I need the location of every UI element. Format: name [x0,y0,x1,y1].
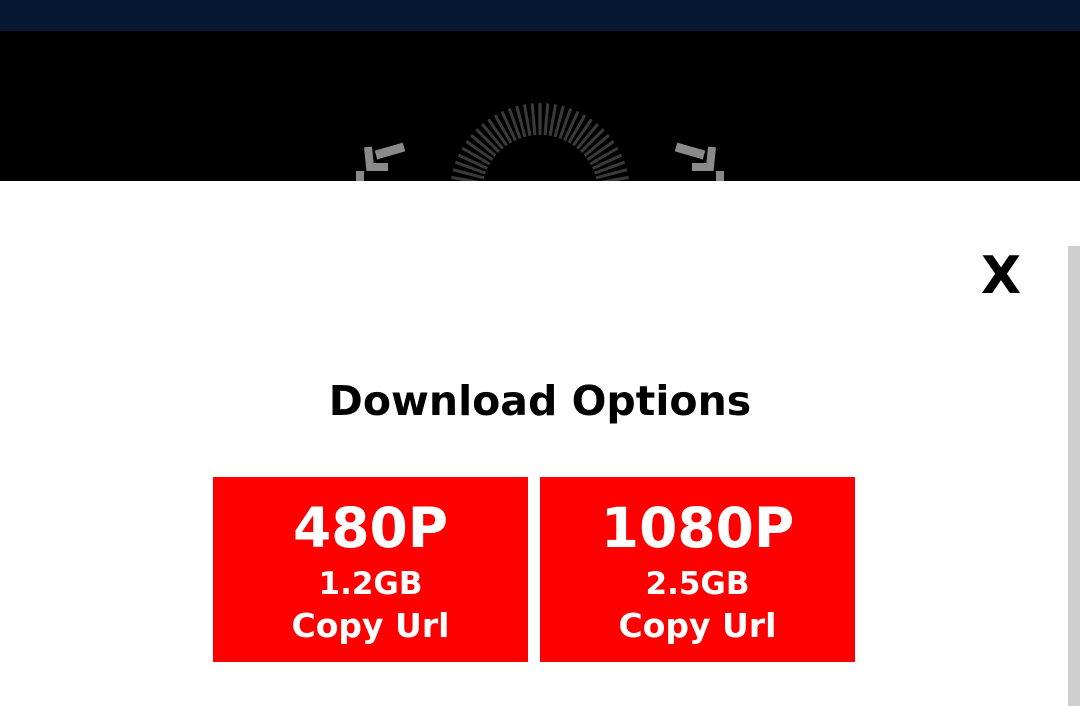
option-resolution: 1080P [600,496,795,560]
rewind-icon[interactable] [352,141,412,181]
loading-spinner-icon [451,103,629,181]
download-options-list: 480P 1.2GB Copy Url 1080P 2.5GB Copy Url [213,477,856,662]
option-file-size: 2.5GB [645,566,750,602]
close-button[interactable]: X [972,245,1030,307]
option-file-size: 1.2GB [318,566,423,602]
download-option-1080p[interactable]: 1080P 2.5GB Copy Url [540,477,855,662]
copy-url-label: Copy Url [291,606,450,645]
download-options-modal: X Download Options 480P 1.2GB Copy Url 1… [0,181,1080,706]
scrollbar[interactable] [1068,246,1080,706]
modal-title: Download Options [328,377,752,425]
option-resolution: 480P [292,496,449,560]
copy-url-label: Copy Url [618,606,777,645]
download-option-480p[interactable]: 480P 1.2GB Copy Url [213,477,528,662]
top-nav-bar [0,0,1080,31]
forward-icon[interactable] [668,141,728,181]
video-player[interactable] [0,31,1080,181]
